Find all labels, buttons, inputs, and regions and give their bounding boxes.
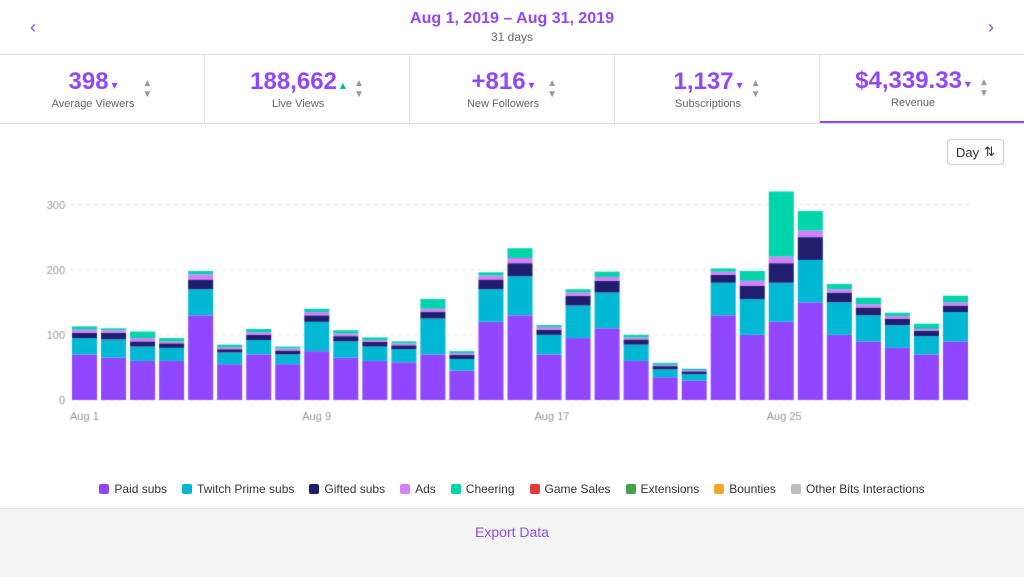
legend-item: Gifted subs [309, 482, 385, 496]
legend-label: Paid subs [114, 482, 167, 496]
metric-controls-subscriptions[interactable]: ▲▼ [751, 78, 761, 100]
day-selector-label: Day [956, 145, 979, 160]
legend-label: Cheering [466, 482, 515, 496]
legend-color [626, 484, 636, 494]
bar-chart [30, 175, 1010, 425]
legend-label: Other Bits Interactions [806, 482, 925, 496]
chart-area [30, 175, 994, 455]
legend-label: Extensions [641, 482, 700, 496]
trend-icon-live-views: ▴ [340, 78, 346, 92]
date-nav: ‹ Aug 1, 2019 – Aug 31, 2019 31 days › [0, 0, 1024, 55]
legend-item: Game Sales [530, 482, 611, 496]
legend-label: Bounties [729, 482, 776, 496]
next-arrow[interactable]: › [973, 17, 1009, 38]
date-range-title: Aug 1, 2019 – Aug 31, 2019 [410, 10, 614, 28]
legend-item: Other Bits Interactions [791, 482, 925, 496]
export-bar: Export Data [0, 508, 1024, 557]
legend-label: Game Sales [545, 482, 611, 496]
metrics-bar: 398▾Average Viewers▲▼188,662▴Live Views▲… [0, 55, 1024, 124]
legend-color [451, 484, 461, 494]
metric-label-new-followers: New Followers [467, 98, 539, 110]
legend-color [99, 484, 109, 494]
metric-value-avg-viewers: 398▾ [52, 68, 135, 96]
trend-icon-avg-viewers: ▾ [112, 78, 118, 92]
trend-icon-new-followers: ▾ [529, 78, 535, 92]
chart-header: Day ⇅ [20, 139, 1004, 165]
chart-container: Day ⇅ [0, 124, 1024, 470]
metric-value-live-views: 188,662▴ [250, 68, 346, 96]
legend-item: Extensions [626, 482, 700, 496]
metric-label-revenue: Revenue [855, 97, 971, 109]
metric-new-followers: +816 ▾ New Followers ▲▼ [410, 55, 615, 123]
metric-number-live-views: 188,662 [250, 68, 337, 95]
trend-icon-subscriptions: ▾ [737, 78, 743, 92]
legend-color [530, 484, 540, 494]
legend-label: Twitch Prime subs [197, 482, 294, 496]
metric-label-avg-viewers: Average Viewers [52, 98, 135, 110]
metric-value-subscriptions: 1,137▾ [674, 68, 743, 96]
metric-live-views: 188,662▴ Live Views ▲▼ [205, 55, 410, 123]
legend-color [791, 484, 801, 494]
metric-number-subscriptions: 1,137 [674, 68, 734, 95]
legend-item: Paid subs [99, 482, 167, 496]
metric-subscriptions: 1,137▾ Subscriptions ▲▼ [615, 55, 820, 123]
metric-number-avg-viewers: 398 [69, 68, 109, 95]
legend-label: Gifted subs [324, 482, 385, 496]
legend-item: Bounties [714, 482, 776, 496]
legend-label: Ads [415, 482, 436, 496]
metric-controls-new-followers[interactable]: ▲▼ [547, 78, 557, 100]
metric-controls-revenue[interactable]: ▲▼ [979, 77, 989, 99]
metric-controls-avg-viewers[interactable]: ▲▼ [142, 78, 152, 100]
day-selector-arrow: ⇅ [984, 144, 995, 160]
metric-value-revenue: $4,339.33▾ [855, 67, 971, 95]
legend-color [309, 484, 319, 494]
date-range-days: 31 days [410, 30, 614, 44]
legend-item: Twitch Prime subs [182, 482, 294, 496]
x-axis-labels [70, 435, 994, 455]
metric-value-new-followers: +816 ▾ [467, 68, 539, 96]
legend-color [182, 484, 192, 494]
metric-avg-viewers: 398▾ Average Viewers ▲▼ [0, 55, 205, 123]
metric-number-new-followers: +816 [471, 68, 525, 95]
metric-revenue: $4,339.33▾ Revenue ▲▼ [820, 55, 1024, 123]
legend-color [714, 484, 724, 494]
trend-icon-revenue: ▾ [965, 77, 971, 91]
chart-legend: Paid subs Twitch Prime subs Gifted subs Ads… [0, 470, 1024, 508]
legend-color [400, 484, 410, 494]
export-data-link[interactable]: Export Data [475, 524, 549, 540]
legend-item: Cheering [451, 482, 515, 496]
metric-controls-live-views[interactable]: ▲▼ [354, 78, 364, 100]
legend-item: Ads [400, 482, 436, 496]
metric-number-revenue: $4,339.33 [855, 67, 962, 94]
metric-label-subscriptions: Subscriptions [674, 98, 743, 110]
prev-arrow[interactable]: ‹ [15, 17, 51, 38]
metric-label-live-views: Live Views [250, 98, 346, 110]
date-range-display: Aug 1, 2019 – Aug 31, 2019 31 days [410, 10, 614, 44]
day-selector[interactable]: Day ⇅ [947, 139, 1004, 165]
